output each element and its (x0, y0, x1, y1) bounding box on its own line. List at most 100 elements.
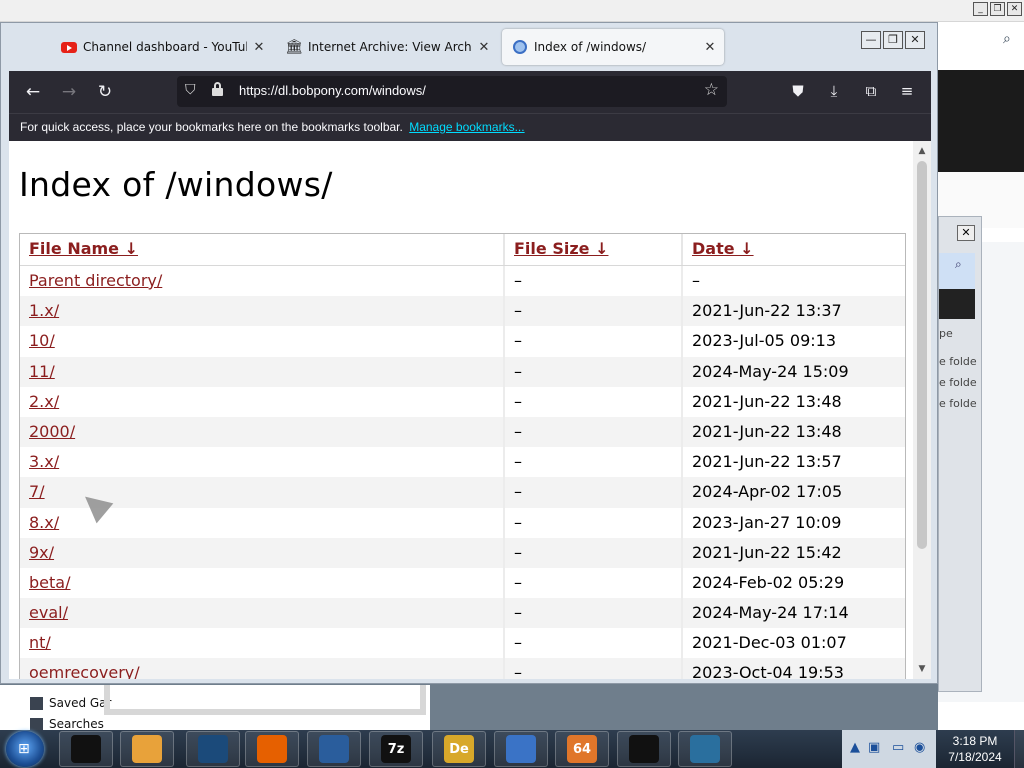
pocket-icon[interactable]: ⛊ (786, 79, 810, 103)
column-header-file-name[interactable]: File Name ↓ (20, 234, 505, 265)
file-name-cell: 1.x/ (20, 296, 505, 327)
taskbar-7z-icon[interactable]: 7z (369, 731, 423, 767)
directory-link[interactable]: 8.x/ (29, 513, 59, 532)
file-name-cell: 10/ (20, 326, 505, 357)
close-icon[interactable]: ✕ (905, 31, 925, 49)
taskbar-dolphin-app-icon[interactable] (678, 731, 732, 767)
file-size-cell: – (505, 507, 683, 538)
taskbar-firefox-icon[interactable] (245, 731, 299, 767)
close-tab-icon[interactable]: ✕ (702, 40, 718, 55)
maximize-icon[interactable]: ❐ (883, 31, 903, 49)
background-window-frame (104, 685, 426, 715)
show-desktop-button[interactable] (1014, 730, 1024, 768)
directory-link[interactable]: 7/ (29, 482, 45, 501)
clock[interactable]: 3:18 PM 7/18/2024 (940, 733, 1010, 765)
file-name-cell: 3.x/ (20, 447, 505, 478)
globe-icon (512, 39, 528, 55)
downloads-icon[interactable]: ⤓ (822, 79, 846, 103)
table-row: eval/ –2024-May-24 17:14 (20, 598, 905, 629)
lock-icon[interactable] (211, 82, 223, 96)
taskbar-virtualbox-icon[interactable] (307, 731, 361, 767)
taskbar-media-player-icon[interactable] (120, 731, 174, 767)
tab-strip: Channel dashboard - YouTube ✕ 🏛 Internet… (1, 23, 937, 71)
search-icon[interactable]: ⌕ (1003, 31, 1011, 47)
scrollbar-thumb[interactable] (917, 161, 927, 549)
close-icon[interactable]: ✕ (1007, 2, 1022, 16)
page-title: Index of /windows/ (19, 165, 333, 204)
firefox-icon (257, 735, 287, 763)
sync-icon[interactable]: ◉ (914, 740, 925, 755)
globe-app-icon (198, 735, 228, 763)
minimize-icon[interactable]: — (861, 31, 881, 49)
directory-link[interactable]: nt/ (29, 633, 51, 652)
url-text[interactable]: https://dl.bobpony.com/windows/ (239, 83, 426, 98)
taskbar-64-icon[interactable]: 64 (555, 731, 609, 767)
taskbar-De-icon[interactable]: De (432, 731, 486, 767)
directory-link[interactable]: 11/ (29, 362, 55, 381)
folder-icon (30, 696, 43, 710)
column-header-file-size[interactable]: File Size ↓ (505, 234, 683, 265)
directory-link[interactable]: Parent directory/ (29, 271, 162, 290)
show-hidden-icons[interactable]: ▲ (850, 740, 860, 755)
close-tab-icon[interactable]: ✕ (476, 40, 492, 55)
windows-logo-icon: ⊞ (18, 741, 30, 757)
start-button[interactable]: ⊞ (6, 731, 44, 767)
bookmarks-toolbar: For quick access, place your bookmarks h… (9, 113, 931, 141)
file-size-cell: – (505, 416, 683, 448)
tab-youtube[interactable]: Channel dashboard - YouTube ✕ (51, 29, 271, 65)
search-folder-icon (30, 717, 43, 731)
clock-time: 3:18 PM (952, 734, 998, 748)
file-size-cell: – (505, 598, 683, 629)
taskbar-terminal-app-icon[interactable] (617, 731, 671, 767)
side-text: pe (939, 327, 953, 340)
extensions-icon[interactable]: ⧉ (859, 79, 883, 103)
forward-arrow-icon[interactable]: → (56, 79, 82, 105)
minimize-icon[interactable]: _ (973, 2, 988, 16)
table-row: Parent directory/ – – (20, 266, 905, 297)
date-cell: 2024-May-24 17:14 (692, 603, 849, 623)
directory-link[interactable]: 2000/ (29, 422, 75, 441)
device-icon[interactable]: ▣ (868, 740, 880, 755)
directory-link[interactable]: beta/ (29, 573, 70, 592)
tab-index-windows[interactable]: Index of /windows/ ✕ (502, 29, 724, 65)
address-bar[interactable]: ⛉ https://dl.bobpony.com/windows/ ☆ (177, 76, 727, 107)
close-tab-icon[interactable]: ✕ (251, 40, 267, 55)
scroll-up-icon[interactable]: ▲ (913, 143, 931, 159)
directory-link[interactable]: 1.x/ (29, 301, 59, 320)
manage-bookmarks-link[interactable]: Manage bookmarks... (409, 120, 524, 134)
file-name-cell: nt/ (20, 628, 505, 659)
scroll-down-icon[interactable]: ▼ (913, 661, 931, 677)
background-dialog: ✕ ⌕ pe e folde e folde e folde (938, 216, 982, 692)
network-icon[interactable]: ▭ (892, 740, 904, 755)
file-listing-table: File Name ↓ File Size ↓ Date ↓ Parent di… (19, 233, 906, 679)
directory-link[interactable]: 9x/ (29, 543, 54, 562)
menu-icon[interactable]: ≡ (895, 79, 919, 103)
file-size-cell: – (505, 567, 683, 599)
directory-link[interactable]: 3.x/ (29, 452, 59, 471)
column-header-date[interactable]: Date ↓ (683, 234, 905, 265)
directory-link[interactable]: 10/ (29, 331, 55, 350)
taskbar-cube-app-icon[interactable] (59, 731, 113, 767)
back-arrow-icon[interactable]: ← (20, 79, 46, 105)
restore-icon[interactable]: ❐ (990, 2, 1005, 16)
taskbar-globe-app-icon[interactable] (186, 731, 240, 767)
date-cell: 2023-Jul-05 09:13 (692, 331, 837, 351)
directory-link[interactable]: oemrecovery/ (29, 663, 140, 679)
date-cell: 2023-Jan-27 10:09 (692, 512, 842, 532)
table-row: beta/ –2024-Feb-02 05:29 (20, 567, 905, 599)
directory-link[interactable]: eval/ (29, 603, 68, 622)
search-icon[interactable]: ⌕ (955, 257, 962, 272)
file-name-cell: eval/ (20, 598, 505, 629)
bookmark-star-icon[interactable]: ☆ (704, 80, 719, 100)
file-name-cell: 2000/ (20, 416, 505, 448)
tracking-shield-icon[interactable]: ⛉ (185, 82, 196, 98)
taskbar: ⊞ 7z De 64 ▲ ▣ ▭ ◉ 3:18 PM 7/18/2024 (0, 730, 1024, 768)
vertical-scrollbar[interactable]: ▲ ▼ (913, 141, 931, 679)
directory-link[interactable]: 2.x/ (29, 392, 59, 411)
taskbar-network-app-icon[interactable] (494, 731, 548, 767)
close-icon[interactable]: ✕ (957, 225, 975, 241)
file-name-cell: Parent directory/ (20, 266, 505, 297)
youtube-icon (61, 39, 77, 55)
tab-internet-archive[interactable]: 🏛 Internet Archive: View Archive ✕ (276, 29, 498, 65)
reload-icon[interactable]: ↻ (92, 79, 118, 105)
